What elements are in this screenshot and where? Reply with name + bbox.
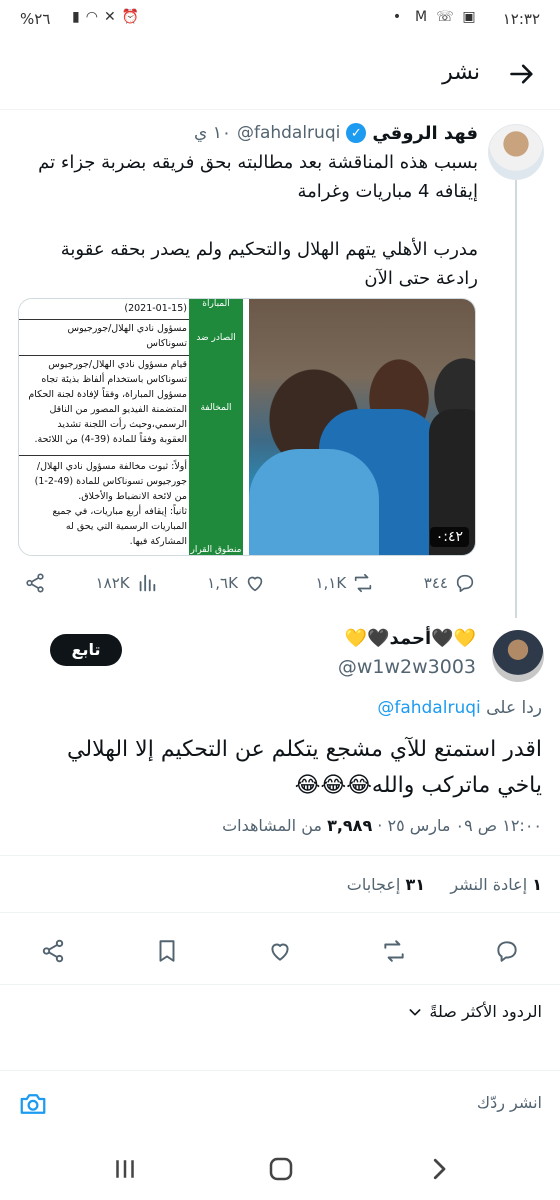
timestamp: ١٠ ي bbox=[193, 123, 231, 143]
clock: ١٢:٣٢ bbox=[502, 10, 540, 28]
doc-row: أولاً: ثبوت مخالفة مسؤول نادي الهلال/ جو… bbox=[34, 461, 187, 547]
video-thumbnail[interactable]: ٠:٤٢ bbox=[249, 299, 475, 555]
system-nav-bar bbox=[0, 1136, 560, 1200]
back-icon[interactable] bbox=[424, 1154, 454, 1184]
alarm-icon: ⏰ bbox=[121, 9, 140, 25]
follow-button[interactable]: تابع bbox=[50, 634, 122, 666]
verified-badge-icon: ✓ bbox=[346, 123, 367, 143]
likes-count: ٣١ bbox=[405, 875, 425, 894]
mute-icon: ✕ bbox=[103, 9, 116, 25]
missed-call-icon: ☏ bbox=[436, 9, 454, 25]
signal-icon: ▮ bbox=[72, 9, 80, 25]
gmail-icon: M bbox=[414, 9, 428, 25]
bar-chart-icon bbox=[139, 574, 155, 592]
sort-label: الردود الأكثر صلةً bbox=[429, 1002, 542, 1021]
divider bbox=[19, 355, 189, 356]
bookmark-icon[interactable] bbox=[154, 938, 180, 964]
views-count: ١٨٢K bbox=[95, 574, 130, 592]
notification-icons: • M ☏ ▣ bbox=[388, 9, 478, 25]
doc-label: المخالفة bbox=[200, 403, 232, 413]
reposts-count: ١,١K bbox=[315, 574, 347, 592]
reply-button[interactable]: ٣٤٤ bbox=[424, 572, 476, 594]
recent-apps-icon[interactable] bbox=[110, 1154, 140, 1184]
views-count: ٣,٩٨٩ bbox=[327, 816, 373, 835]
person-figure bbox=[249, 449, 379, 555]
likes-stat[interactable]: ٣١ إعجابات bbox=[347, 875, 425, 894]
views-button[interactable]: ١٨٢K bbox=[96, 572, 158, 594]
wifi-icon: ◠ bbox=[85, 9, 98, 25]
page-title: نشر bbox=[442, 60, 480, 85]
divider bbox=[19, 319, 189, 320]
tweet-text: بسبب هذه المناقشة بعد مطالبته بحق فريقه … bbox=[38, 152, 478, 289]
tweet-actions bbox=[40, 936, 520, 966]
tweet-meta: ١٢:٠٠ ص ٠٩ مارس ٢٥ · ٣,٩٨٩ من المشاهدات bbox=[18, 816, 542, 835]
handle[interactable]: @w1w2w3003 bbox=[216, 656, 476, 678]
replies-count: ٣٤٤ bbox=[423, 574, 448, 592]
chevron-down-icon bbox=[409, 1008, 421, 1015]
share-icon[interactable] bbox=[40, 938, 66, 964]
repost-button[interactable]: ١,١K bbox=[315, 572, 374, 594]
tweet-actions: ١٨٢K ١,٦K ١,١K ٣٤٤ bbox=[24, 568, 476, 598]
status-bar: ١٢:٣٢ • M ☏ ▣ %٢٦ ▮ ◠ ✕ ⏰ bbox=[0, 0, 560, 40]
heart-icon[interactable] bbox=[267, 938, 293, 964]
handle[interactable]: @fahdalruqi bbox=[237, 123, 340, 143]
reposts-stat[interactable]: ١ إعادة النشر bbox=[450, 875, 542, 894]
views-label: من المشاهدات bbox=[222, 816, 322, 835]
display-name[interactable]: 💛🖤أحمد🖤💛 bbox=[216, 628, 476, 649]
doc-label: الصادر ضد bbox=[196, 333, 236, 343]
share-icon bbox=[26, 573, 44, 593]
doc-label: منطوق القرار bbox=[190, 545, 242, 555]
reply-context: ردا على @fahdalruqi bbox=[22, 698, 542, 718]
doc-row: مسؤول نادي الهلال/جورجيوس تسوناكاس bbox=[67, 323, 187, 349]
replies-sort-dropdown[interactable]: الردود الأكثر صلةً bbox=[142, 1002, 542, 1021]
media-container[interactable]: المباراة الصادر ضد المخالفة منطوق القرار… bbox=[18, 298, 476, 556]
divider bbox=[0, 984, 560, 985]
divider bbox=[0, 912, 560, 913]
separator: · bbox=[372, 816, 383, 835]
avatar[interactable] bbox=[492, 630, 544, 682]
reply-icon[interactable] bbox=[494, 938, 520, 964]
reply-input[interactable]: انشر ردّك bbox=[477, 1093, 542, 1112]
image-icon: ▣ bbox=[462, 9, 476, 25]
reply-icon bbox=[456, 574, 474, 593]
arrow-right-icon[interactable] bbox=[508, 60, 536, 88]
divider bbox=[0, 855, 560, 856]
reposts-count: ١ bbox=[532, 875, 542, 894]
reply-composer: انشر ردّك bbox=[0, 1070, 560, 1136]
top-app-bar: نشر bbox=[0, 40, 560, 110]
video-duration: ٠:٤٢ bbox=[429, 527, 469, 547]
heart-icon bbox=[247, 576, 263, 592]
doc-label: المباراة bbox=[202, 299, 230, 309]
doc-row: قيام مسؤول نادي الهلال/جورجيوس تسوناكاس … bbox=[28, 359, 187, 445]
share-button[interactable] bbox=[24, 572, 46, 594]
tweet-text: اقدر استمتع للآي مشجع يتكلم عن التحكيم إ… bbox=[67, 737, 542, 798]
battery-percent: %٢٦ bbox=[20, 10, 51, 28]
dot-icon: • bbox=[392, 9, 402, 25]
engagement-stats: ١ إعادة النشر ٣١ إعجابات bbox=[18, 875, 542, 894]
reposts-label: إعادة النشر bbox=[450, 875, 528, 894]
likes-label: إعجابات bbox=[346, 875, 401, 894]
repost-icon[interactable] bbox=[381, 938, 407, 964]
tweet-header: فهد الروقي ✓ @fahdalruqi ١٠ ي bbox=[18, 118, 478, 148]
thread-connector bbox=[515, 178, 517, 618]
camera-icon[interactable] bbox=[18, 1089, 48, 1119]
likes-count: ١,٦K bbox=[207, 574, 238, 592]
home-icon[interactable] bbox=[266, 1154, 296, 1184]
repost-icon bbox=[355, 573, 372, 593]
divider bbox=[19, 455, 189, 456]
avatar[interactable] bbox=[488, 124, 544, 180]
like-button[interactable]: ١,٦K bbox=[207, 572, 266, 594]
display-name[interactable]: فهد الروقي bbox=[372, 123, 478, 144]
decision-document-image[interactable]: المباراة الصادر ضد المخالفة منطوق القرار… bbox=[19, 299, 243, 555]
system-icons: ▮ ◠ ✕ ⏰ bbox=[72, 9, 139, 25]
timestamp: ١٢:٠٠ ص ٠٩ مارس ٢٥ bbox=[387, 816, 542, 835]
mention-link[interactable]: @fahdalruqi bbox=[377, 698, 480, 718]
doc-row: (2021-01-15) bbox=[124, 303, 187, 314]
reply-to-prefix: ردا على bbox=[486, 698, 542, 718]
